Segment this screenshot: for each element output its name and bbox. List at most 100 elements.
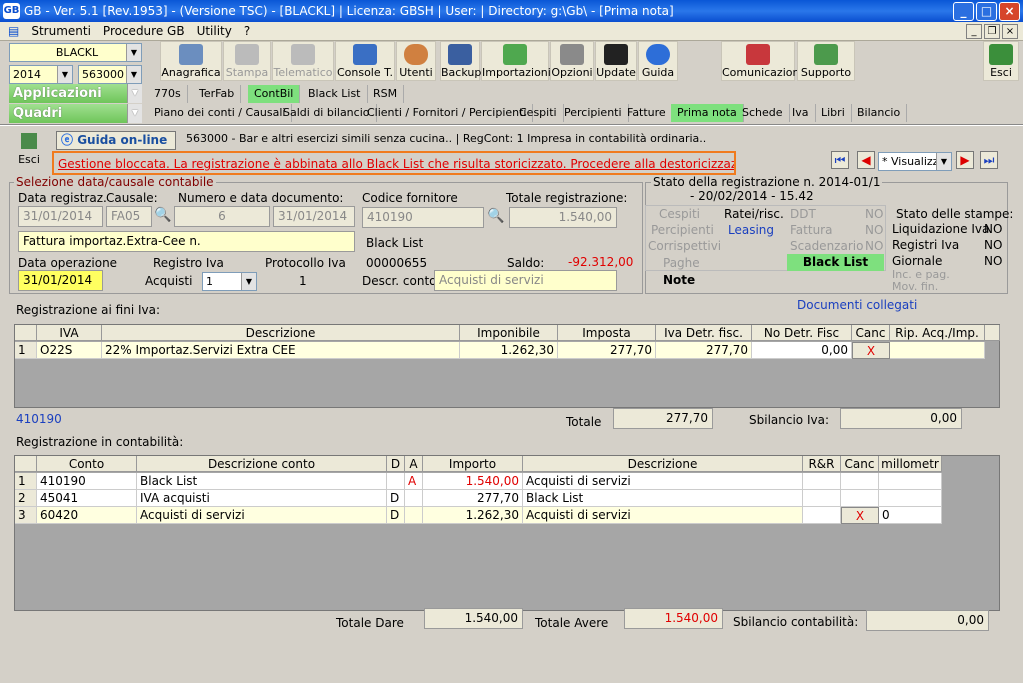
iva-delete-button[interactable]: X bbox=[852, 342, 890, 359]
mdi-close-button[interactable]: × bbox=[1002, 24, 1018, 39]
data-reg-field[interactable]: 31/01/2014 bbox=[18, 206, 103, 227]
iva-imposta-cell[interactable]: 277,70 bbox=[558, 342, 656, 359]
cont-importo-cell[interactable]: 277,70 bbox=[423, 490, 523, 507]
backup-button[interactable]: Backup bbox=[440, 41, 481, 81]
tab-blacklist[interactable]: Black List bbox=[302, 85, 368, 103]
cont-d-cell[interactable] bbox=[387, 473, 405, 490]
menu-utility[interactable]: Utility bbox=[191, 22, 238, 41]
tab-rsm[interactable]: RSM bbox=[367, 85, 405, 103]
cont-a-cell[interactable] bbox=[405, 490, 423, 507]
tab-cespiti[interactable]: Cespiti bbox=[513, 104, 564, 122]
cont-conto-cell[interactable]: 60420 bbox=[37, 507, 137, 524]
totale-field[interactable]: 1.540,00 bbox=[509, 207, 617, 228]
iva-imponibile-cell[interactable]: 1.262,30 bbox=[460, 342, 558, 359]
last-record-button[interactable]: ⏭ bbox=[980, 151, 998, 169]
next-record-button[interactable]: ▶ bbox=[956, 151, 974, 169]
activity-select[interactable]: 563000 - ▼ bbox=[78, 65, 142, 84]
opzioni-button[interactable]: Opzioni bbox=[550, 41, 594, 81]
cont-d-cell[interactable]: D bbox=[387, 507, 405, 524]
view-mode-select[interactable]: * Visualizz ▼ bbox=[878, 152, 952, 171]
quadri-select[interactable]: Quadri ▼ bbox=[9, 104, 142, 123]
cont-mill-cell[interactable] bbox=[879, 473, 942, 490]
applicazioni-select[interactable]: Applicazioni ▼ bbox=[9, 84, 142, 103]
tab-iva[interactable]: Iva bbox=[786, 104, 816, 122]
company-select[interactable]: BLACKL ▼ bbox=[9, 43, 142, 62]
menu-strumenti[interactable]: Strumenti bbox=[25, 22, 97, 41]
cont-importo-cell[interactable]: 1.540,00 bbox=[423, 473, 523, 490]
cont-descrizione-cell[interactable]: Black List bbox=[523, 490, 803, 507]
tab-terfab[interactable]: TerFab bbox=[193, 85, 242, 103]
descr-conto-field[interactable]: Acquisti di servizi bbox=[434, 270, 617, 291]
iva-detr-cell[interactable]: 277,70 bbox=[656, 342, 752, 359]
cont-canc-cell[interactable] bbox=[841, 490, 879, 507]
menu-help[interactable]: ? bbox=[238, 22, 256, 41]
cont-descconto-cell[interactable]: IVA acquisti bbox=[137, 490, 387, 507]
telematico-button[interactable]: Telematico bbox=[272, 41, 334, 81]
tab-fatture[interactable]: Fatture bbox=[621, 104, 673, 122]
cont-rr-cell[interactable] bbox=[803, 507, 841, 524]
data-doc-field[interactable]: 31/01/2014 bbox=[273, 206, 355, 227]
stato-note[interactable]: Note bbox=[663, 273, 695, 287]
console-button[interactable]: Console T. bbox=[335, 41, 395, 81]
update-button[interactable]: Update bbox=[595, 41, 637, 81]
stampa-button[interactable]: Stampa bbox=[223, 41, 271, 81]
cont-mill-cell[interactable] bbox=[879, 490, 942, 507]
cont-conto-cell[interactable]: 410190 bbox=[37, 473, 137, 490]
iva-rip-cell[interactable] bbox=[890, 342, 985, 359]
cont-descconto-cell[interactable]: Black List bbox=[137, 473, 387, 490]
cont-conto-cell[interactable]: 45041 bbox=[37, 490, 137, 507]
data-op-field[interactable]: 31/01/2014 bbox=[18, 270, 103, 291]
cont-importo-cell[interactable]: 1.262,30 bbox=[423, 507, 523, 524]
cont-descconto-cell[interactable]: Acquisti di servizi bbox=[137, 507, 387, 524]
iva-nodetr-cell[interactable]: 0,00 bbox=[752, 342, 852, 359]
cont-descrizione-cell[interactable]: Acquisti di servizi bbox=[523, 473, 803, 490]
tab-percipienti[interactable]: Percipienti bbox=[558, 104, 629, 122]
mdi-minimize-button[interactable]: _ bbox=[966, 24, 982, 39]
anagrafica-button[interactable]: Anagrafica bbox=[160, 41, 222, 81]
first-record-button[interactable]: ⏮ bbox=[831, 151, 849, 169]
descrizione-field[interactable]: Fattura importaz.Extra-Cee n. bbox=[18, 231, 355, 252]
mdi-restore-button[interactable]: ❐ bbox=[984, 24, 1000, 39]
numero-field[interactable]: 6 bbox=[174, 206, 270, 227]
cont-delete-button[interactable]: X bbox=[841, 507, 879, 524]
close-window-button[interactable]: × bbox=[999, 2, 1020, 21]
minimize-button[interactable]: _ bbox=[953, 2, 974, 21]
importazioni-button[interactable]: Importazioni bbox=[481, 41, 551, 81]
iva-desc-cell[interactable]: 22% Importaz.Servizi Extra CEE bbox=[102, 342, 460, 359]
cont-canc-cell[interactable] bbox=[841, 473, 879, 490]
maximize-button[interactable]: □ bbox=[976, 2, 997, 21]
guida-button[interactable]: Guida bbox=[638, 41, 678, 81]
esci-form-button[interactable]: Esci bbox=[8, 130, 50, 170]
tab-piano-conti[interactable]: Piano dei conti / Causali bbox=[148, 104, 293, 122]
comunicazioni-button[interactable]: Comunicazioni bbox=[721, 41, 803, 81]
prev-record-button[interactable]: ◀ bbox=[857, 151, 875, 169]
causale-field[interactable]: FA05 bbox=[106, 206, 152, 227]
guida-online-button[interactable]: ⓔ Guida on-line bbox=[56, 131, 176, 150]
cont-rr-cell[interactable] bbox=[803, 490, 841, 507]
tab-prima-nota[interactable]: Prima nota bbox=[671, 104, 744, 122]
cont-descrizione-cell[interactable]: Acquisti di servizi bbox=[523, 507, 803, 524]
iva-code-cell[interactable]: O22S bbox=[37, 342, 102, 359]
search-icon[interactable]: 🔍 bbox=[487, 208, 504, 224]
tab-contbil[interactable]: ContBil bbox=[248, 85, 301, 103]
tab-bilancio[interactable]: Bilancio bbox=[851, 104, 908, 122]
esci-app-button[interactable]: Esci bbox=[983, 41, 1019, 81]
cont-a-cell[interactable] bbox=[405, 507, 423, 524]
registro-select[interactable]: 1 ▼ bbox=[202, 272, 257, 291]
tab-libri[interactable]: Libri bbox=[815, 104, 852, 122]
tab-770s[interactable]: 770s bbox=[148, 85, 188, 103]
year-select[interactable]: 2014 ▼ bbox=[9, 65, 73, 84]
cont-rr-cell[interactable] bbox=[803, 473, 841, 490]
cont-a-cell[interactable]: A bbox=[405, 473, 423, 490]
cont-d-cell[interactable]: D bbox=[387, 490, 405, 507]
menu-procedure[interactable]: Procedure GB bbox=[97, 22, 191, 41]
documenti-collegati-link[interactable]: Documenti collegati bbox=[797, 298, 917, 312]
cont-mill-cell[interactable]: 0 bbox=[879, 507, 942, 524]
codice-fornitore-field[interactable]: 410190 bbox=[362, 207, 484, 228]
search-icon[interactable]: 🔍 bbox=[154, 207, 171, 223]
tab-schede[interactable]: Schede bbox=[736, 104, 790, 122]
utenti-button[interactable]: Utenti bbox=[396, 41, 436, 81]
iva-header-descrizione: Descrizione bbox=[102, 325, 460, 341]
tab-clienti[interactable]: Clienti / Fornitori / Percipienti bbox=[361, 104, 534, 122]
supporto-button[interactable]: Supporto bbox=[797, 41, 855, 81]
